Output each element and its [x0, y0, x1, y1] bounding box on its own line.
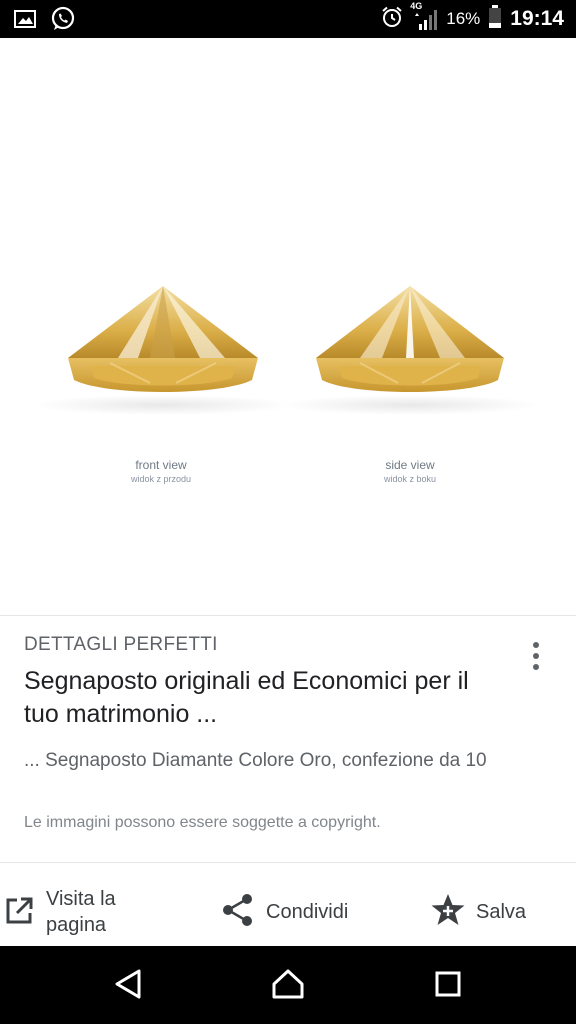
back-button[interactable] [106, 966, 150, 1006]
recents-icon [434, 970, 462, 1003]
save-label: Salva [476, 901, 527, 923]
copyright-notice: Le immagini possono essere soggette a co… [24, 814, 381, 831]
navigation-bar [0, 946, 576, 1024]
divider [0, 615, 576, 616]
clock: 19:14 [510, 7, 564, 30]
divider [0, 862, 576, 863]
source-site[interactable]: DETTAGLI PERFETTI [24, 634, 218, 656]
diamond-front-view [68, 286, 258, 392]
result-title[interactable]: Segnaposto originali ed Economici per il… [24, 665, 504, 731]
more-dot [533, 642, 539, 648]
share-icon [222, 893, 254, 933]
star-icon [430, 893, 466, 933]
battery-icon [488, 4, 502, 34]
whatsapp-icon [50, 6, 76, 37]
back-icon [113, 968, 143, 1005]
home-icon [271, 968, 305, 1005]
signal-icon: 4G [410, 1, 438, 32]
share-button[interactable]: Condividi [222, 882, 348, 942]
more-dot [533, 653, 539, 659]
battery-percent: 16% [446, 9, 481, 28]
recents-button[interactable] [426, 966, 470, 1006]
open-in-new-icon [4, 896, 34, 932]
status-bar: 4G 16% 19:14 [0, 0, 576, 38]
diamond-side-view [316, 286, 504, 392]
caption-side-view-sub: widok z boku [383, 474, 436, 484]
save-button[interactable]: Salva [430, 882, 526, 942]
image-icon [14, 9, 36, 34]
alarm-icon [380, 5, 404, 34]
caption-front-view: front view [135, 458, 187, 472]
home-button[interactable] [266, 966, 310, 1006]
caption-side-view: side view [385, 458, 435, 472]
more-dot [533, 664, 539, 670]
result-snippet: ... Segnaposto Diamante Colore Oro, conf… [24, 750, 487, 771]
visit-label-line1: Visita la [46, 888, 116, 910]
more-options-button[interactable] [516, 636, 556, 676]
caption-front-view-sub: widok z przodu [130, 474, 191, 484]
result-image[interactable]: front view widok z przodu side view wido… [0, 38, 576, 615]
visit-page-button[interactable]: Visita la pagina [4, 882, 116, 942]
share-label: Condividi [266, 901, 349, 923]
visit-label-line2: pagina [46, 914, 107, 936]
